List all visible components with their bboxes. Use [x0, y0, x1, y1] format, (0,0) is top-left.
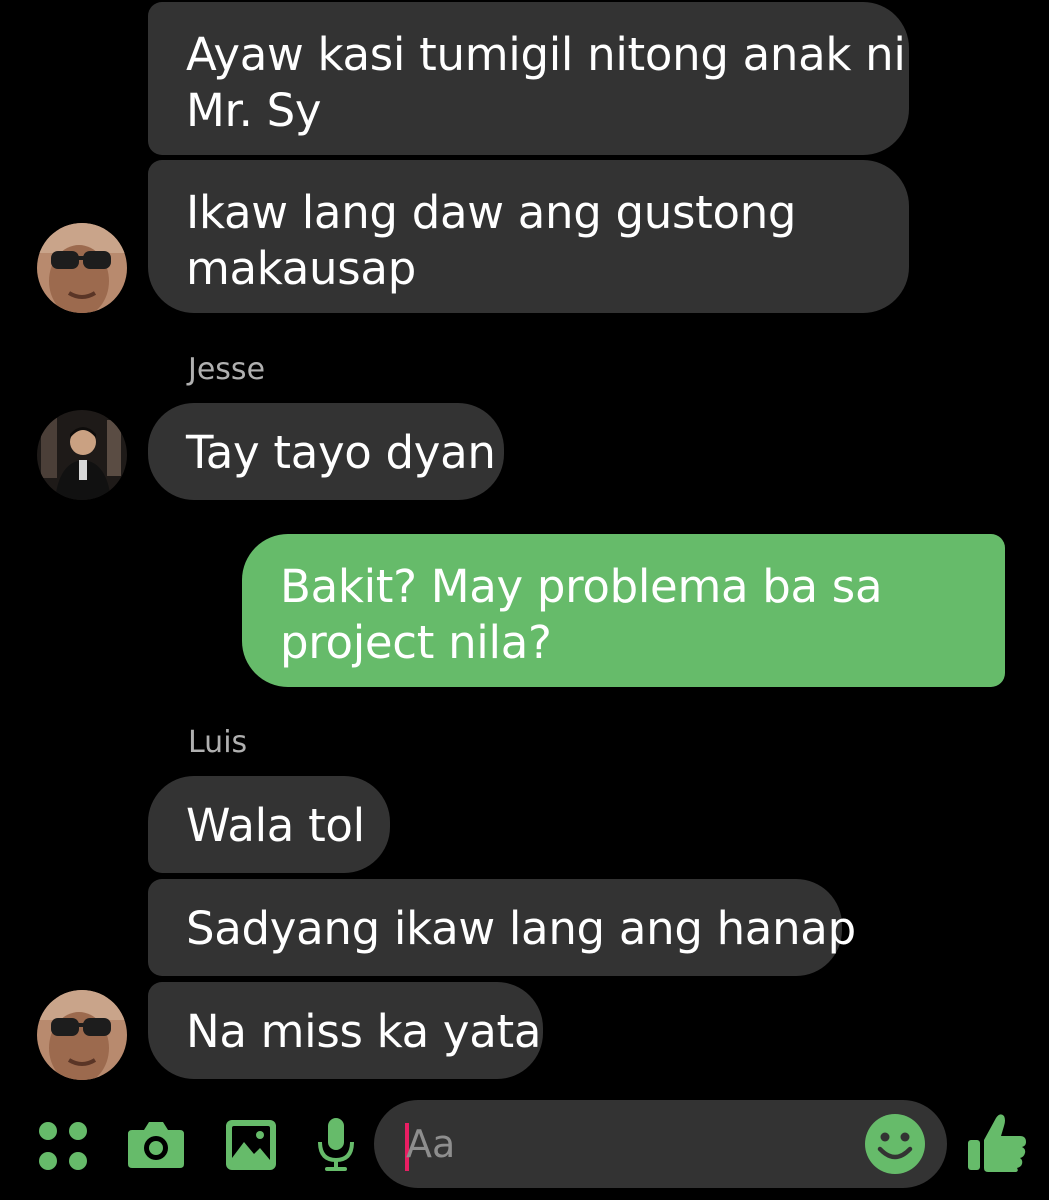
message-text-line: project nila? [280, 616, 552, 669]
avatar-sunglasses-man-image [37, 990, 127, 1080]
message-text-line: Ikaw lang daw ang gustong [186, 186, 797, 239]
message-bubble[interactable]: Sadyang ikaw lang ang hanap [148, 879, 856, 976]
camera-icon[interactable] [126, 1118, 186, 1170]
message-composer: Aa [0, 1090, 1049, 1200]
thumbs-up-icon[interactable] [966, 1112, 1028, 1174]
sender-name-jesse: Jesse [188, 352, 266, 387]
message-bubble[interactable]: Wala tol [148, 776, 390, 873]
microphone-icon[interactable] [316, 1116, 356, 1174]
message-bubble[interactable]: Ikaw lang daw ang gustong makausap [148, 160, 909, 313]
message-bubble[interactable]: Tay tayo dyan [148, 403, 504, 500]
message-input[interactable]: Aa [374, 1100, 947, 1188]
emoji-icon[interactable] [864, 1113, 926, 1175]
message-text-line: Bakit? May problema ba sa [280, 560, 883, 613]
message-text-line: Ayaw kasi tumigil nitong anak ni [186, 28, 906, 81]
sender-avatar-jesse[interactable] [37, 410, 127, 500]
message-text-line: Tay tayo dyan [186, 426, 496, 479]
message-text-line: Sadyang ikaw lang ang hanap [186, 902, 856, 955]
sender-name-luis: Luis [188, 725, 248, 760]
outgoing-message-bubble[interactable]: Bakit? May problema ba sa project nila? [242, 534, 1005, 687]
avatar-sunglasses-man-image [37, 223, 127, 313]
message-text-line: Wala tol [186, 799, 365, 852]
menu-dots-icon[interactable] [37, 1120, 89, 1172]
message-text-line: Na miss ka yata [186, 1005, 542, 1058]
message-bubble[interactable]: Ayaw kasi tumigil nitong anak ni Mr. Sy [148, 2, 909, 155]
message-bubble[interactable]: Na miss ka yata [148, 982, 543, 1079]
message-text-line: Mr. Sy [186, 84, 322, 137]
message-text-line: makausap [186, 242, 416, 295]
sender-avatar[interactable] [37, 990, 127, 1080]
gallery-icon[interactable] [224, 1118, 278, 1172]
sender-avatar[interactable] [37, 223, 127, 313]
message-input-placeholder: Aa [406, 1122, 456, 1166]
avatar-man-in-suit-image [37, 410, 127, 500]
